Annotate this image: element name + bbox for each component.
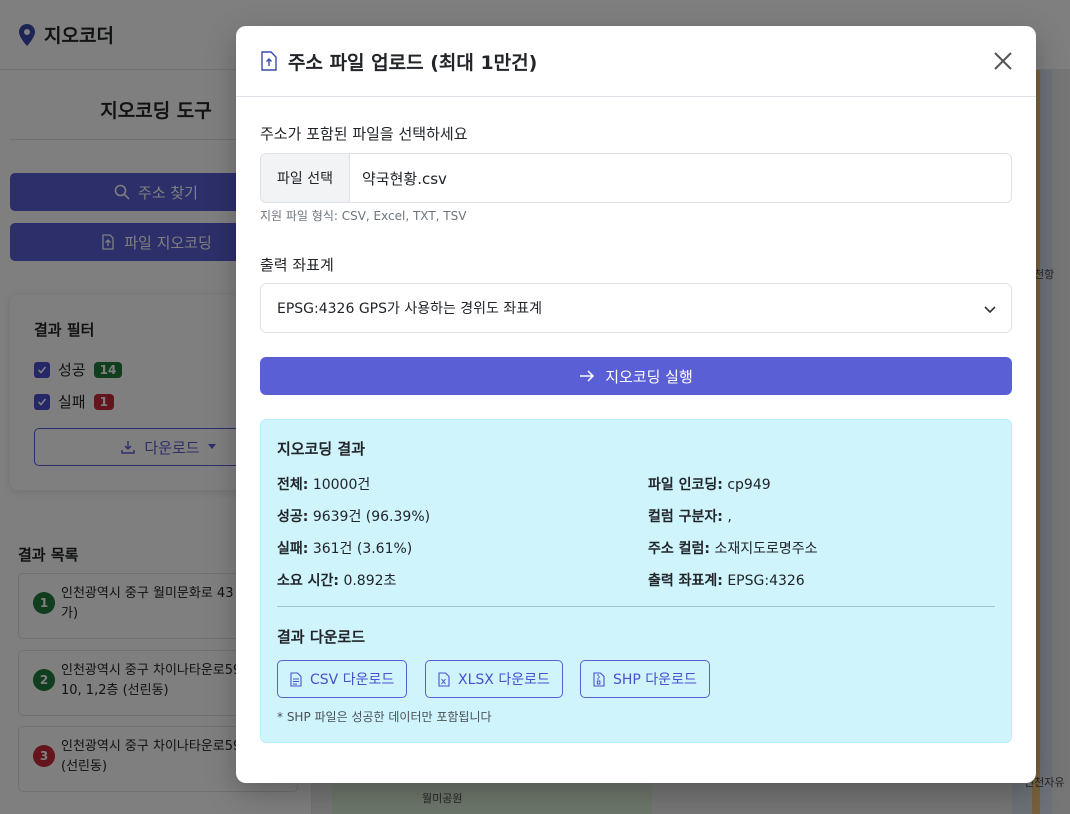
file-upload-modal: 주소 파일 업로드 (최대 1만건) 주소가 포함된 파일을 선택하세요 파일 … — [236, 26, 1036, 783]
divider — [277, 606, 995, 607]
file-input[interactable]: 파일 선택 약국현황.csv — [260, 153, 1012, 203]
file-upload-icon — [261, 51, 277, 71]
xlsx-download-label: XLSX 다운로드 — [458, 672, 550, 688]
shp-note: * SHP 파일은 성공한 데이터만 포함됩니다 — [277, 710, 492, 724]
run-geocoding-label: 지오코딩 실행 — [605, 367, 693, 386]
file-text-icon — [290, 671, 302, 687]
result-title: 지오코딩 결과 — [277, 440, 366, 458]
file-excel-icon — [438, 671, 450, 687]
modal-header: 주소 파일 업로드 (최대 1만건) — [236, 26, 1036, 97]
file-select-label: 주소가 포함된 파일을 선택하세요 — [260, 125, 468, 143]
crs-label: 출력 좌표계 — [260, 256, 334, 274]
modal-title: 주소 파일 업로드 (최대 1만건) — [288, 51, 538, 74]
csv-download-button[interactable]: CSV 다운로드 — [277, 660, 408, 698]
csv-download-label: CSV 다운로드 — [310, 672, 395, 688]
geocoding-result-panel: 지오코딩 결과 전체: 10000건 성공: 9639건 (96.39%) 실패… — [260, 419, 1012, 743]
arrow-right-icon — [580, 370, 595, 382]
file-choose-button[interactable]: 파일 선택 — [261, 154, 350, 202]
result-total: 전체: 10000건 — [277, 477, 371, 493]
xlsx-download-button[interactable]: XLSX 다운로드 — [425, 660, 563, 698]
crs-select[interactable]: EPSG:4326 GPS가 사용하는 경위도 좌표계 — [260, 283, 1012, 333]
file-format-hint: 지원 파일 형식: CSV, Excel, TXT, TSV — [260, 209, 467, 223]
download-section-title: 결과 다운로드 — [277, 628, 366, 646]
result-crs: 출력 좌표계: EPSG:4326 — [648, 573, 805, 589]
result-time: 소요 시간: 0.892초 — [277, 573, 397, 589]
file-zip-icon — [593, 671, 605, 687]
result-fail: 실패: 361건 (3.61%) — [277, 541, 413, 557]
result-encoding: 파일 인코딩: cp949 — [648, 477, 771, 493]
close-icon[interactable] — [992, 50, 1014, 72]
result-success: 성공: 9639건 (96.39%) — [277, 509, 431, 525]
result-address-column: 주소 컬럼: 소재지도로명주소 — [648, 541, 818, 557]
chevron-down-icon — [984, 306, 996, 314]
shp-download-button[interactable]: SHP 다운로드 — [580, 660, 710, 698]
run-geocoding-button[interactable]: 지오코딩 실행 — [260, 357, 1012, 395]
result-delimiter: 컬럼 구분자: , — [648, 509, 732, 525]
file-name: 약국현황.csv — [362, 169, 447, 188]
crs-selected-value: EPSG:4326 GPS가 사용하는 경위도 좌표계 — [277, 301, 543, 317]
shp-download-label: SHP 다운로드 — [613, 672, 697, 688]
